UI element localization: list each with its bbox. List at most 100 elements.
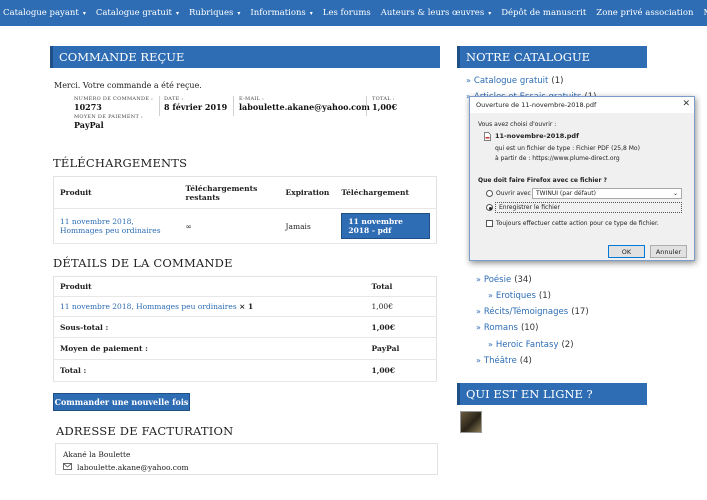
- downloads-col-expiration: Expiration: [285, 188, 330, 198]
- list-item: » Poésie (34): [476, 275, 532, 285]
- order-number-value: 10273: [74, 102, 102, 112]
- details-line-total: 1,00€: [371, 302, 393, 311]
- always-do-checkbox[interactable]: [486, 220, 493, 227]
- nav-item-label: Les forums: [322, 8, 371, 18]
- catalog-category-link[interactable]: Catalogue gratuit: [474, 76, 548, 86]
- table-row: 11 novembre 2018, Hommages peu ordinaire…: [53, 297, 437, 317]
- divider: [233, 96, 234, 116]
- chevron-right-icon: »: [476, 307, 481, 316]
- catalog-category-link[interactable]: Romans: [484, 323, 518, 333]
- downloads-table: Produit Téléchargements restants Expirat…: [53, 176, 437, 244]
- catalog-category-link[interactable]: Erotiques: [496, 291, 536, 301]
- download-remaining: ∞: [185, 221, 192, 231]
- chevron-down-icon: ⌄: [672, 190, 678, 197]
- nav-item[interactable]: Mon compte: [700, 0, 707, 26]
- download-expiration: Jamais: [285, 221, 311, 231]
- chevron-right-icon: »: [476, 275, 481, 284]
- table-row: 11 novembre 2018, Hommages peu ordinaire…: [53, 209, 437, 244]
- open-with-label[interactable]: Ouvrir avec: [496, 190, 531, 197]
- nav-item-label: Catalogue gratuit: [95, 8, 172, 18]
- nav-item-label: Informations: [250, 8, 306, 18]
- save-file-radio[interactable]: [486, 204, 493, 211]
- list-item: » Romans (10): [476, 323, 538, 333]
- nav-item[interactable]: Informations ▾: [247, 0, 319, 26]
- catalog-category-count: (4): [519, 356, 532, 366]
- avatar[interactable]: [460, 411, 482, 433]
- order-total-block: TOTAL : 1,00€: [372, 96, 397, 112]
- downloads-col-remaining: Téléchargements restants: [185, 183, 258, 202]
- cancel-button[interactable]: Annuler: [650, 245, 687, 258]
- dialog-from: à partir de : https://www.plume-direct.o…: [495, 155, 620, 162]
- billing-name: Akané la Boulette: [63, 450, 131, 459]
- always-do-label[interactable]: Toujours effectuer cette action pour ce …: [496, 220, 659, 227]
- chevron-right-icon: »: [488, 291, 493, 300]
- save-file-option[interactable]: Enregistrer le fichier: [495, 202, 682, 213]
- download-pdf-button[interactable]: 11 novembre 2018 - pdf: [341, 213, 430, 240]
- mail-icon: [63, 461, 72, 474]
- open-with-radio[interactable]: [486, 190, 493, 197]
- list-item: » Théâtre (4): [476, 356, 532, 366]
- catalog-category-link[interactable]: Poésie: [484, 275, 511, 285]
- details-col-product: Produit: [60, 282, 92, 291]
- list-item: » Catalogue gratuit (1): [466, 76, 563, 86]
- who-is-online-title: QUI EST EN LIGNE ?: [457, 383, 647, 405]
- dialog-filename: 11-novembre-2018.pdf: [495, 132, 579, 140]
- nav-item-label: Mon compte: [703, 8, 707, 18]
- payment-method-block: MOYEN DE PAIEMENT : PayPal: [74, 114, 143, 130]
- billing-address-box: Akané la Boulette laboulette.akane@yahoo…: [55, 443, 438, 475]
- order-received-title: COMMANDE REÇUE: [50, 46, 440, 68]
- nav-item-label: Zone privé association: [596, 8, 694, 18]
- nav-item[interactable]: Dépôt de manuscrit: [498, 0, 593, 26]
- details-line-qty: × 1: [239, 302, 254, 311]
- divider: [159, 96, 160, 116]
- list-item: » Récits/Témoignages (17): [476, 307, 589, 317]
- nav-item[interactable]: Catalogue gratuit ▾: [93, 0, 186, 26]
- catalog-category-link[interactable]: Heroic Fantasy: [496, 340, 559, 350]
- open-with-value: TWINUI (par défaut): [536, 190, 596, 197]
- order-again-button[interactable]: Commander une nouvelle fois: [53, 393, 190, 411]
- downloads-col-download: Téléchargement: [341, 188, 409, 198]
- catalog-title-text: NOTRE CATALOGUE: [466, 50, 591, 64]
- subtotal-value: 1,00€: [371, 322, 396, 332]
- order-email-block: E-MAIL : laboulette.akane@yahoo.com: [239, 96, 370, 112]
- save-file-label: Enregistrer le fichier: [499, 204, 560, 211]
- catalog-title: NOTRE CATALOGUE: [457, 46, 647, 68]
- order-date-value: 8 février 2019: [164, 102, 228, 112]
- nav-item[interactable]: Catalogue payant ▾: [0, 0, 93, 26]
- order-number-block: NUMÉRO DE COMMANDE : 10273: [74, 96, 153, 112]
- catalog-category-count: (1): [538, 291, 551, 301]
- open-with-select[interactable]: TWINUI (par défaut) ⌄: [532, 188, 682, 199]
- nav-item-label: Dépôt de manuscrit: [501, 8, 587, 18]
- details-line-product: 11 novembre 2018, Hommages peu ordinaire…: [54, 297, 366, 317]
- catalog-category-count: (2): [561, 340, 574, 350]
- order-total-value: 1,00€: [372, 102, 398, 112]
- file-open-dialog: Ouverture de 11-novembre-2018.pdf ✕ Vous…: [469, 96, 695, 261]
- chevron-down-icon: ▾: [175, 9, 179, 17]
- catalog-category-count: (34): [514, 275, 532, 285]
- order-email-value: laboulette.akane@yahoo.com: [239, 102, 370, 112]
- nav-item[interactable]: Auteurs & leurs œuvres ▾: [378, 0, 498, 26]
- details-product-link[interactable]: 11 novembre 2018, Hommages peu ordinaire…: [60, 302, 237, 311]
- billing-email-row: laboulette.akane@yahoo.com: [63, 461, 430, 474]
- download-product-link-text[interactable]: 11 novembre 2018, Hommages peu ordinaire…: [60, 217, 161, 235]
- pdf-file-icon: [484, 132, 491, 143]
- nav-item-label: Catalogue payant: [3, 8, 79, 18]
- dialog-intro: Vous avez choisi d'ouvrir :: [478, 121, 557, 128]
- top-navigation: Catalogue payant ▾ Catalogue gratuit ▾ Rubri…: [0, 0, 707, 26]
- chevron-down-icon: ▾: [237, 9, 241, 17]
- ok-button[interactable]: OK: [608, 245, 645, 258]
- nav-item[interactable]: Rubriques ▾: [186, 0, 247, 26]
- chevron-right-icon: »: [466, 76, 471, 85]
- chevron-right-icon: »: [476, 356, 481, 365]
- download-product-link[interactable]: 11 novembre 2018, Hommages peu ordinaire…: [54, 209, 180, 244]
- nav-item[interactable]: Zone privé association: [593, 0, 700, 26]
- dialog-titlebar: Ouverture de 11-novembre-2018.pdf ✕: [470, 97, 694, 113]
- catalog-category-link[interactable]: Théâtre: [484, 356, 517, 366]
- divider: [366, 96, 367, 116]
- catalog-category-link[interactable]: Récits/Témoignages: [484, 307, 568, 317]
- nav-item[interactable]: Les forums: [320, 0, 378, 26]
- details-payment-value: PayPal: [371, 344, 400, 353]
- list-item: » Heroic Fantasy (2): [488, 340, 574, 350]
- close-icon[interactable]: ✕: [682, 99, 690, 109]
- dialog-filetype: qui est un fichier de type : Fichier PDF…: [495, 145, 640, 152]
